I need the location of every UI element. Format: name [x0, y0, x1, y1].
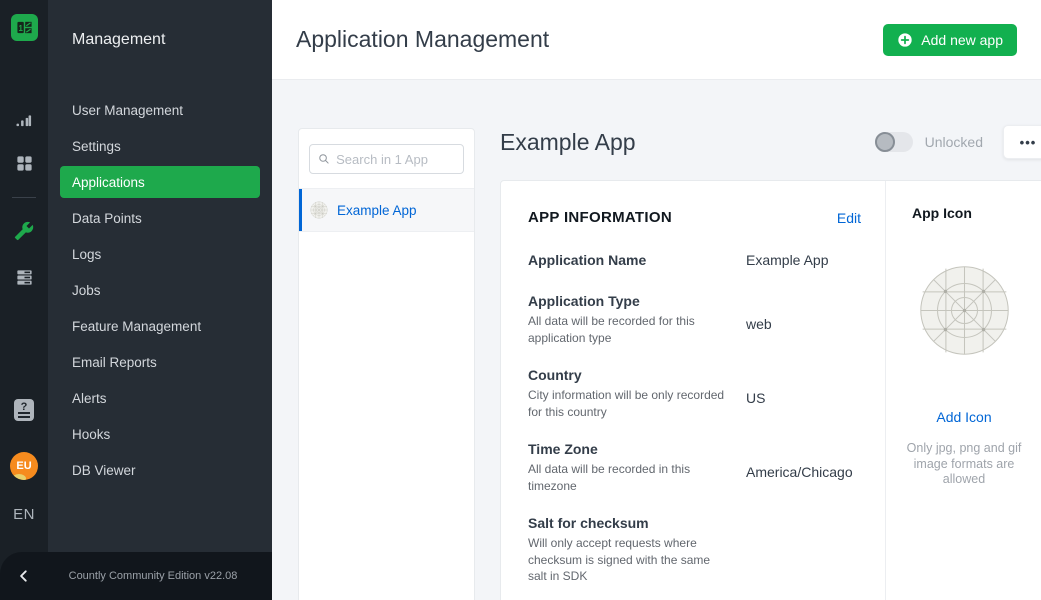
field-description: All data will be recorded in this timezo… — [528, 461, 732, 494]
app-icon-placeholder — [918, 264, 1011, 357]
sidebar-item-label: DB Viewer — [72, 463, 136, 478]
sidebar-item-label: Alerts — [72, 391, 107, 406]
sidebar-item-applications[interactable]: Applications — [60, 166, 260, 198]
sidebar-item-label: Jobs — [72, 283, 101, 298]
field-value: US — [746, 367, 765, 420]
field-value: America/Chicago — [746, 441, 853, 494]
field-list: Application Name Example App Application… — [528, 252, 861, 585]
search-input[interactable] — [336, 152, 455, 167]
sidebar-item-feature-management[interactable]: Feature Management — [60, 310, 260, 342]
app-icon-panel: App Icon Add Icon Only jpg, png and gif … — [886, 181, 1041, 600]
avatar-initials: EU — [16, 460, 31, 472]
field-value: Example App — [746, 252, 829, 272]
icon-format-note: Only jpg, png and gif image formats are … — [904, 441, 1024, 488]
sidebar-item-label: Feature Management — [72, 319, 201, 334]
svg-text:1: 1 — [18, 24, 23, 33]
countly-logo-glyph: 1 — [16, 19, 33, 36]
detail-header: Example App Unlocked ••• — [500, 120, 1041, 164]
field-description: All data will be recorded for this appli… — [528, 313, 732, 346]
language-selector[interactable]: EN — [0, 506, 48, 523]
sidebar-item-hooks[interactable]: Hooks — [60, 418, 260, 450]
lock-toggle[interactable] — [875, 132, 913, 152]
feedback-icon[interactable]: ? — [0, 398, 48, 422]
field-value: web — [746, 293, 772, 346]
rail-divider — [12, 197, 36, 198]
app-information-section: APP INFORMATION Edit Application Name Ex… — [501, 181, 885, 600]
app-information-title: APP INFORMATION — [528, 209, 837, 226]
page-title: Application Management — [296, 26, 883, 53]
sidebar-item-email-reports[interactable]: Email Reports — [60, 346, 260, 378]
sidebar-item-label: User Management — [72, 103, 183, 118]
add-icon-link[interactable]: Add Icon — [936, 409, 991, 425]
sidebar-item-label: Hooks — [72, 427, 110, 442]
app-info-field-row: Time Zone All data will be recorded in t… — [528, 441, 861, 494]
toggle-knob — [875, 132, 895, 152]
countly-logo[interactable]: 1 — [11, 14, 38, 41]
data-manager-icon[interactable] — [0, 268, 48, 287]
field-description: City information will be only recorded f… — [528, 387, 732, 420]
dashboards-icon[interactable] — [0, 154, 48, 173]
collapse-sidebar-button[interactable] — [0, 569, 48, 583]
sidebar-section-title: Management — [72, 31, 165, 49]
app-thumbnail-icon — [310, 201, 328, 219]
app-list-item-example-app[interactable]: Example App — [299, 188, 474, 232]
field-label: Salt for checksum — [528, 515, 732, 531]
plus-circle-icon — [897, 32, 913, 48]
field-label: Time Zone — [528, 441, 732, 457]
field-label: Application Name — [528, 252, 732, 268]
sidebar-menu: Management User Management Settings Applic… — [48, 0, 272, 600]
sidebar-item-label: Data Points — [72, 211, 142, 226]
more-options-button[interactable]: ••• — [1003, 125, 1041, 159]
user-avatar[interactable]: EU — [10, 452, 38, 480]
lock-state-label: Unlocked — [925, 134, 983, 150]
app-search — [309, 144, 464, 174]
sidebar-item-user-management[interactable]: User Management — [60, 94, 260, 126]
app-detail-title: Example App — [500, 129, 875, 156]
sidebar-item-label: Logs — [72, 247, 101, 262]
sidebar-footer: Countly Community Edition v22.08 — [0, 552, 272, 600]
sidebar-item-alerts[interactable]: Alerts — [60, 382, 260, 414]
app-list-panel: Example App — [298, 128, 475, 600]
search-icon — [318, 152, 330, 166]
field-label: Country — [528, 367, 732, 383]
app-list-item-label: Example App — [337, 203, 417, 218]
sidebar-item-settings[interactable]: Settings — [60, 130, 260, 162]
app-info-field-row: Application Name Example App — [528, 252, 861, 272]
content: Example App Example App Unlocked ••• APP… — [272, 80, 1041, 600]
sidebar-item-label: Settings — [72, 139, 121, 154]
main-area: Application Management Add new app — [272, 0, 1041, 600]
sidebar-item-db-viewer[interactable]: DB Viewer — [60, 454, 260, 486]
sidebar-item-jobs[interactable]: Jobs — [60, 274, 260, 306]
page-header: Application Management Add new app — [272, 0, 1041, 80]
management-wrench-icon[interactable] — [0, 221, 48, 241]
field-label: Application Type — [528, 293, 732, 309]
icon-rail: 1 — [0, 0, 48, 600]
chevron-left-icon — [17, 569, 31, 583]
app-icon-title: App Icon — [912, 205, 972, 221]
sidebar-item-label: Email Reports — [72, 355, 157, 370]
sidebar-item-data-points[interactable]: Data Points — [60, 202, 260, 234]
analytics-icon[interactable] — [0, 112, 48, 132]
app-info-field-row: Application Type All data will be record… — [528, 293, 861, 346]
edit-link[interactable]: Edit — [837, 210, 861, 226]
add-new-app-button[interactable]: Add new app — [883, 24, 1017, 56]
sidebar-item-logs[interactable]: Logs — [60, 238, 260, 270]
app-info-field-row: Country City information will be only re… — [528, 367, 861, 420]
field-description: Will only accept requests where checksum… — [528, 535, 732, 585]
add-new-app-label: Add new app — [921, 32, 1003, 48]
sidebar-nav: User Management Settings Applications Data … — [60, 94, 260, 490]
version-label: Countly Community Edition v22.08 — [48, 570, 272, 582]
app-info-field-row: Salt for checksum Will only accept reque… — [528, 515, 861, 585]
sidebar-item-label: Applications — [72, 175, 145, 190]
app-detail-card: APP INFORMATION Edit Application Name Ex… — [500, 180, 1041, 600]
sidebar: 1 — [0, 0, 272, 600]
svg-text:?: ? — [21, 401, 28, 413]
